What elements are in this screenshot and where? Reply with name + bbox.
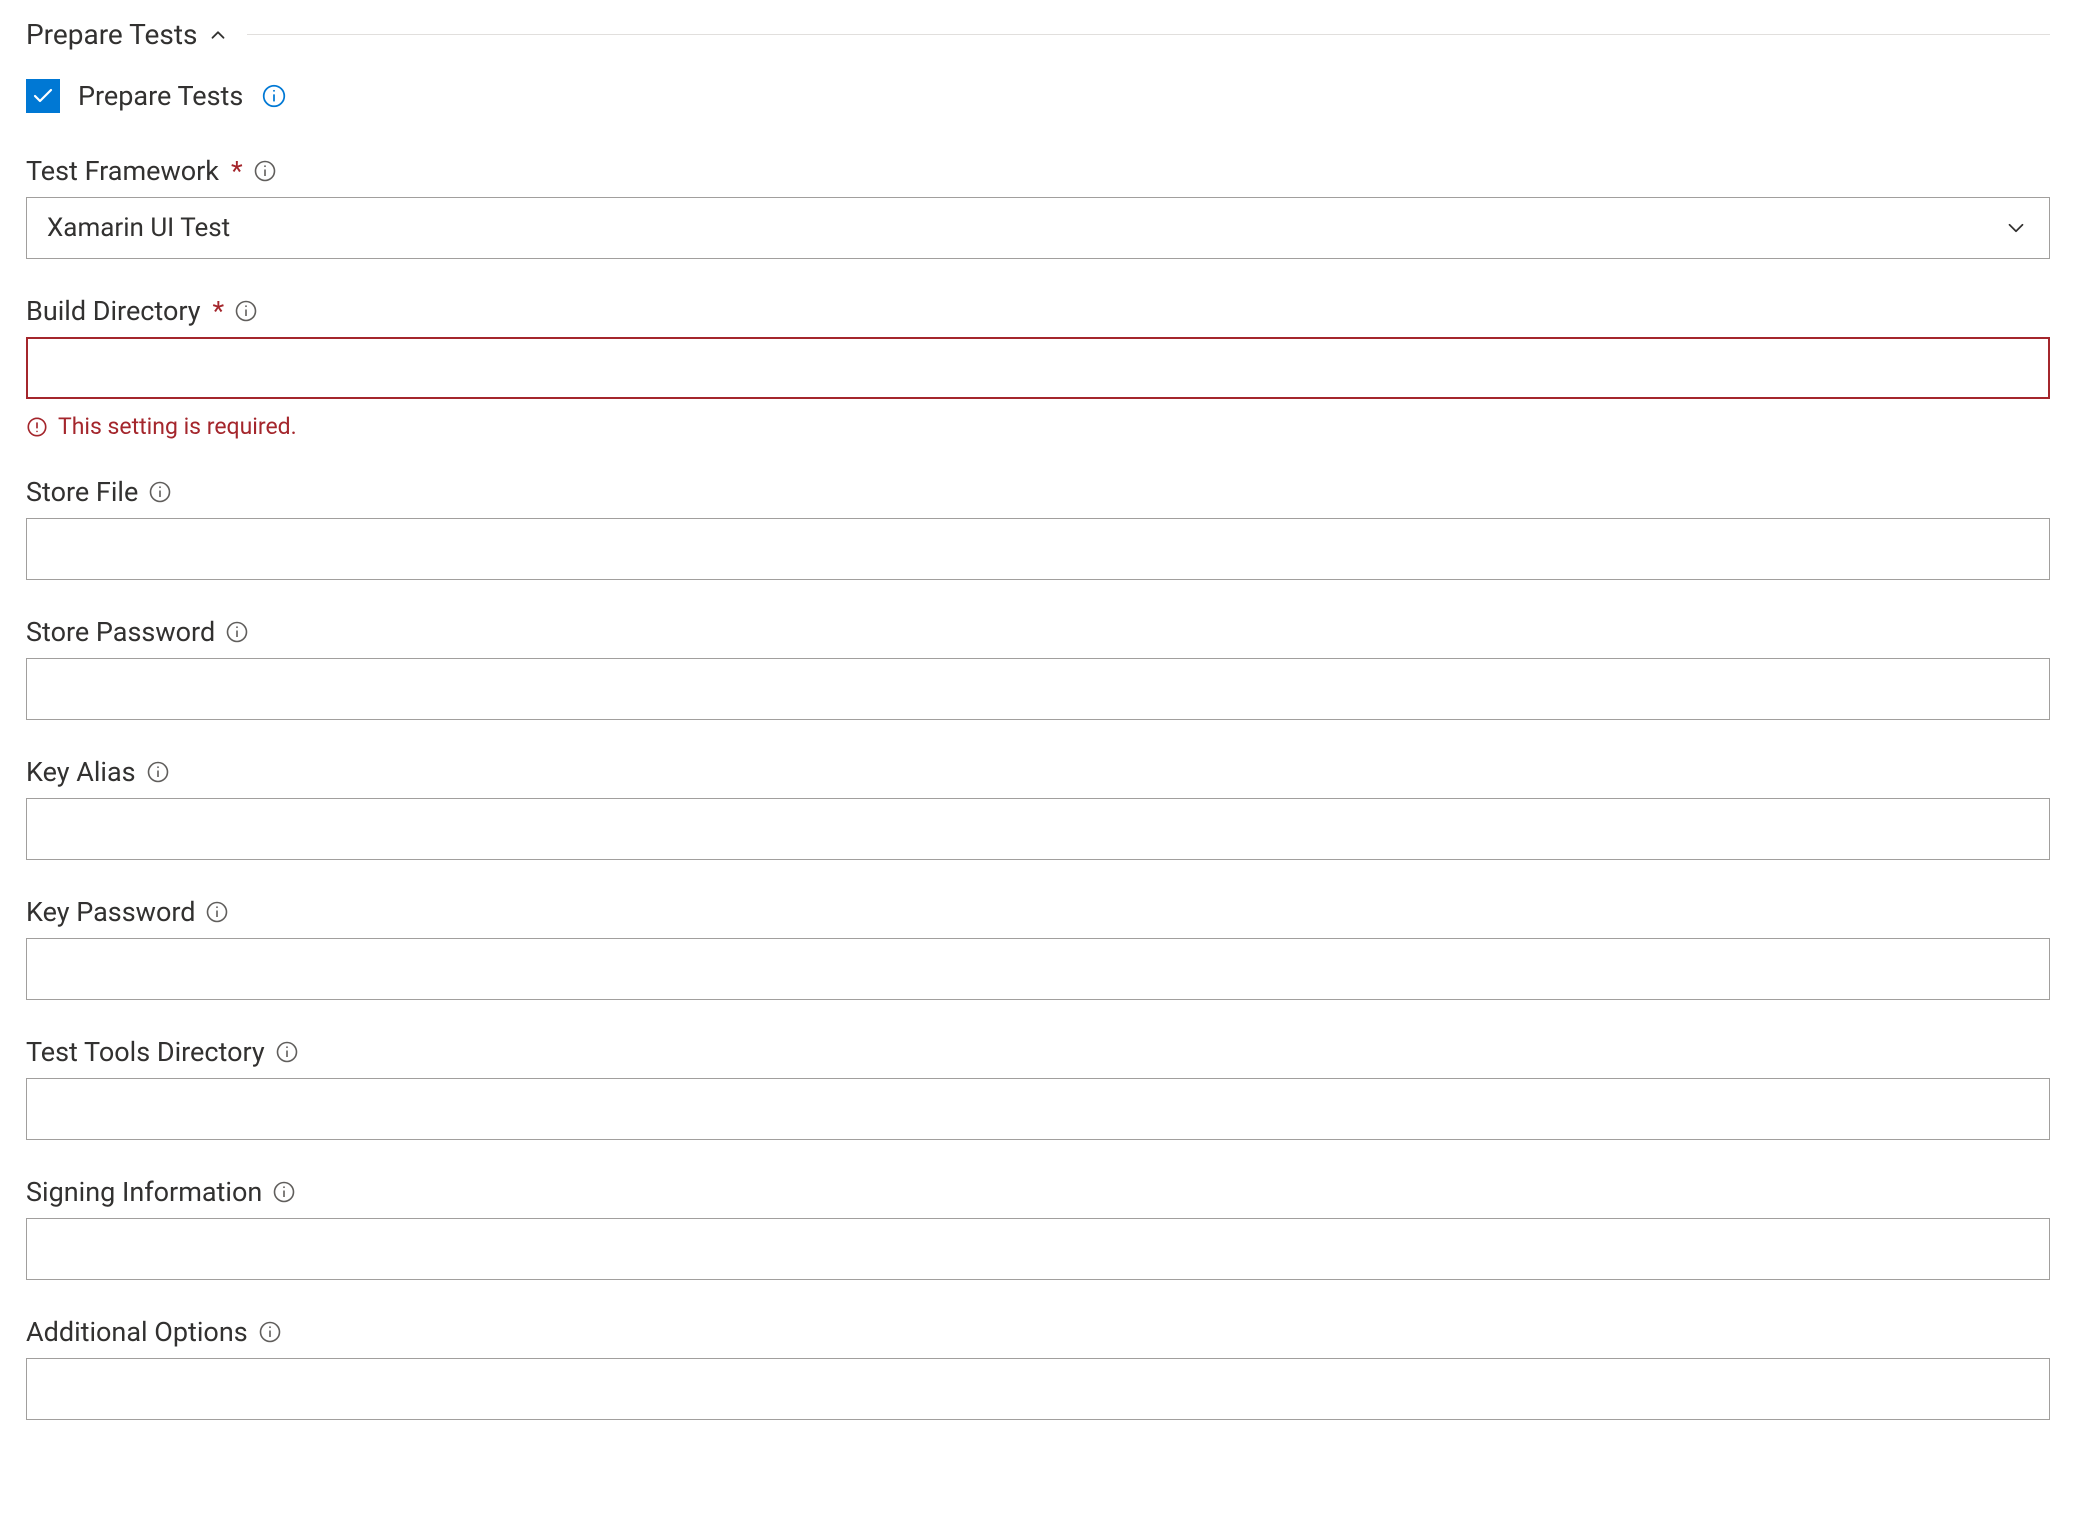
key-alias-label: Key Alias — [26, 756, 136, 788]
info-icon[interactable] — [205, 900, 229, 924]
field-label-row: Additional Options — [26, 1316, 2050, 1348]
field-label-row: Signing Information — [26, 1176, 2050, 1208]
test-tools-directory-field: Test Tools Directory — [26, 1036, 2050, 1140]
section-rule — [247, 34, 2050, 35]
section-header[interactable]: Prepare Tests — [26, 18, 2050, 51]
test-framework-label: Test Framework — [26, 155, 219, 187]
key-alias-field: Key Alias — [26, 756, 2050, 860]
prepare-tests-panel: Prepare Tests Prepare Tests Test Framewo… — [0, 0, 2076, 1496]
required-asterisk: * — [231, 155, 243, 187]
info-icon[interactable] — [253, 159, 277, 183]
store-password-input[interactable] — [26, 658, 2050, 720]
additional-options-input[interactable] — [26, 1358, 2050, 1420]
field-label-row: Store Password — [26, 616, 2050, 648]
test-framework-value: Xamarin UI Test — [47, 213, 230, 243]
field-label-row: Build Directory * — [26, 295, 2050, 327]
build-directory-field: Build Directory * This setting is requir… — [26, 295, 2050, 440]
signing-information-label: Signing Information — [26, 1176, 262, 1208]
test-framework-field: Test Framework * Xamarin UI Test — [26, 155, 2050, 259]
field-label-row: Key Alias — [26, 756, 2050, 788]
store-password-field: Store Password — [26, 616, 2050, 720]
signing-information-input[interactable] — [26, 1218, 2050, 1280]
prepare-tests-checkbox-label: Prepare Tests — [78, 80, 243, 112]
key-password-label: Key Password — [26, 896, 195, 928]
key-alias-input[interactable] — [26, 798, 2050, 860]
field-label-row: Store File — [26, 476, 2050, 508]
test-framework-select[interactable]: Xamarin UI Test — [26, 197, 2050, 259]
info-icon[interactable] — [225, 620, 249, 644]
info-icon[interactable] — [275, 1040, 299, 1064]
field-label-row: Test Tools Directory — [26, 1036, 2050, 1068]
additional-options-field: Additional Options — [26, 1316, 2050, 1420]
store-file-input[interactable] — [26, 518, 2050, 580]
error-icon — [26, 416, 48, 438]
prepare-tests-checkbox-row: Prepare Tests — [26, 79, 2050, 113]
signing-information-field: Signing Information — [26, 1176, 2050, 1280]
field-label-row: Test Framework * — [26, 155, 2050, 187]
prepare-tests-checkbox[interactable] — [26, 79, 60, 113]
store-password-label: Store Password — [26, 616, 215, 648]
build-directory-input[interactable] — [26, 337, 2050, 399]
key-password-input[interactable] — [26, 938, 2050, 1000]
info-icon[interactable] — [261, 83, 287, 109]
info-icon[interactable] — [272, 1180, 296, 1204]
store-file-label: Store File — [26, 476, 138, 508]
info-icon[interactable] — [234, 299, 258, 323]
field-label-row: Key Password — [26, 896, 2050, 928]
required-asterisk: * — [213, 295, 225, 327]
build-directory-error-text: This setting is required. — [58, 413, 297, 440]
build-directory-label: Build Directory — [26, 295, 201, 327]
chevron-up-icon — [207, 24, 229, 46]
test-tools-directory-label: Test Tools Directory — [26, 1036, 265, 1068]
test-tools-directory-input[interactable] — [26, 1078, 2050, 1140]
chevron-down-icon — [2003, 215, 2029, 241]
info-icon[interactable] — [258, 1320, 282, 1344]
store-file-field: Store File — [26, 476, 2050, 580]
build-directory-error: This setting is required. — [26, 413, 2050, 440]
section-title: Prepare Tests — [26, 18, 197, 51]
key-password-field: Key Password — [26, 896, 2050, 1000]
additional-options-label: Additional Options — [26, 1316, 248, 1348]
info-icon[interactable] — [146, 760, 170, 784]
info-icon[interactable] — [148, 480, 172, 504]
